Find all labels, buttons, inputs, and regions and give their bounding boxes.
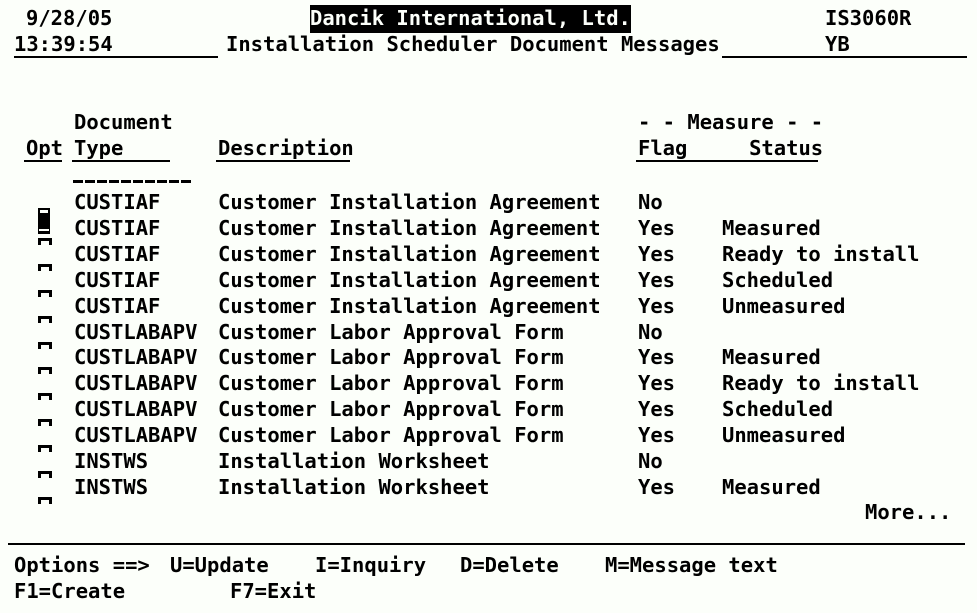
row-document-type: CUSTIAF <box>74 215 161 240</box>
row-measure-status: Scheduled <box>722 267 834 292</box>
row-description: Customer Installation Agreement <box>218 293 601 318</box>
fkey-create-label[interactable]: F1=Create <box>14 579 125 604</box>
screen-title: Installation Scheduler Document Messages <box>226 32 720 56</box>
row-measure-status: Ready to install <box>722 241 920 266</box>
opt-input-field[interactable] <box>38 289 52 298</box>
opt-input-cursor[interactable] <box>38 208 50 234</box>
row-measure-status: Unmeasured <box>722 423 846 448</box>
row-measure-flag: Yes <box>638 293 676 318</box>
row-description: Customer Labor Approval Form <box>218 319 564 344</box>
opt-input-field[interactable] <box>38 315 52 324</box>
row-description: Customer Installation Agreement <box>218 215 601 240</box>
row-description: Customer Labor Approval Form <box>218 345 564 370</box>
column-header-type: Type <box>74 136 124 160</box>
row-measure-status: Unmeasured <box>722 293 846 318</box>
column-header-flag-status: Flag Status <box>638 136 824 160</box>
column-header-description-underline <box>216 160 350 162</box>
column-header-type-underline <box>72 160 170 162</box>
row-measure-flag: Yes <box>638 215 676 240</box>
row-document-type: CUSTIAF <box>74 293 161 318</box>
opt-input-field[interactable] <box>38 445 52 453</box>
program-id: IS3060R <box>825 6 912 30</box>
option-delete-label[interactable]: D=Delete <box>460 553 559 578</box>
company-title: Dancik International, Ltd. <box>310 5 631 33</box>
opt-input-field[interactable] <box>38 341 52 350</box>
row-measure-flag: Yes <box>638 423 676 448</box>
row-document-type: CUSTIAF <box>74 267 161 292</box>
row-measure-flag: No <box>638 190 663 214</box>
row-document-type: CUSTLABAPV <box>74 397 198 422</box>
opt-input-field[interactable] <box>38 393 52 401</box>
row-measure-flag: No <box>638 319 663 344</box>
option-message-label[interactable]: M=Message text <box>605 553 778 578</box>
row-measure-status: Measured <box>722 474 821 499</box>
row-description: Customer Installation Agreement <box>218 267 601 292</box>
fkey-exit-label[interactable]: F7=Exit <box>230 579 316 604</box>
row-description: Customer Installation Agreement <box>218 241 601 266</box>
type-field-dash-separator <box>73 180 195 183</box>
column-header-flag-status-underline <box>636 160 818 162</box>
header-date: 9/28/05 <box>26 6 113 30</box>
row-description: Customer Labor Approval Form <box>218 371 564 396</box>
row-measure-status: Measured <box>722 215 821 240</box>
option-inquiry-label[interactable]: I=Inquiry <box>315 553 426 578</box>
row-description: Installation Worksheet <box>218 449 490 473</box>
row-measure-flag: No <box>638 449 663 473</box>
row-measure-status: Scheduled <box>722 397 834 422</box>
row-measure-flag: Yes <box>638 371 676 396</box>
row-measure-flag: Yes <box>638 397 676 422</box>
opt-input-field[interactable] <box>38 471 52 479</box>
row-document-type: CUSTLABAPV <box>74 423 198 448</box>
column-header-opt-underline <box>24 160 62 162</box>
row-description: Customer Labor Approval Form <box>218 397 564 422</box>
row-measure-flag: Yes <box>638 474 676 499</box>
column-header-measure-group: - - Measure - - <box>638 110 824 134</box>
user-code: YB <box>825 32 850 56</box>
header-time-underline <box>14 56 218 58</box>
terminal-screen: 9/28/05 13:39:54 Dancik International, L… <box>0 0 977 613</box>
row-description: Customer Labor Approval Form <box>218 423 564 448</box>
opt-input-field[interactable] <box>38 496 52 505</box>
opt-input-field[interactable] <box>38 367 52 375</box>
column-header-document: Document <box>74 110 173 134</box>
row-measure-flag: Yes <box>638 345 676 370</box>
row-document-type: CUSTLABAPV <box>74 319 198 344</box>
row-document-type: CUSTIAF <box>74 241 161 266</box>
column-header-description: Description <box>218 136 354 160</box>
header-time: 13:39:54 <box>14 32 113 56</box>
header-right-underline <box>722 56 967 58</box>
footer-separator <box>8 543 965 545</box>
row-document-type: INSTWS <box>74 449 149 473</box>
row-description: Installation Worksheet <box>218 474 490 499</box>
opt-input-field[interactable] <box>38 237 52 246</box>
row-document-type: CUSTLABAPV <box>74 345 198 370</box>
row-measure-status: Ready to install <box>722 371 920 396</box>
row-document-type: CUSTLABAPV <box>74 371 198 396</box>
more-indicator: More... <box>865 500 952 524</box>
opt-input-field[interactable] <box>38 419 52 427</box>
row-measure-flag: Yes <box>638 241 676 266</box>
row-measure-status: Measured <box>722 345 821 370</box>
column-header-opt: Opt <box>26 136 64 160</box>
row-measure-flag: Yes <box>638 267 676 292</box>
opt-input-field[interactable] <box>38 263 52 272</box>
option-update-label[interactable]: U=Update <box>170 553 269 578</box>
row-description: Customer Installation Agreement <box>218 190 601 214</box>
row-document-type: INSTWS <box>74 474 149 499</box>
row-document-type: CUSTIAF <box>74 190 161 214</box>
options-prompt-label: Options ==> <box>14 553 150 577</box>
